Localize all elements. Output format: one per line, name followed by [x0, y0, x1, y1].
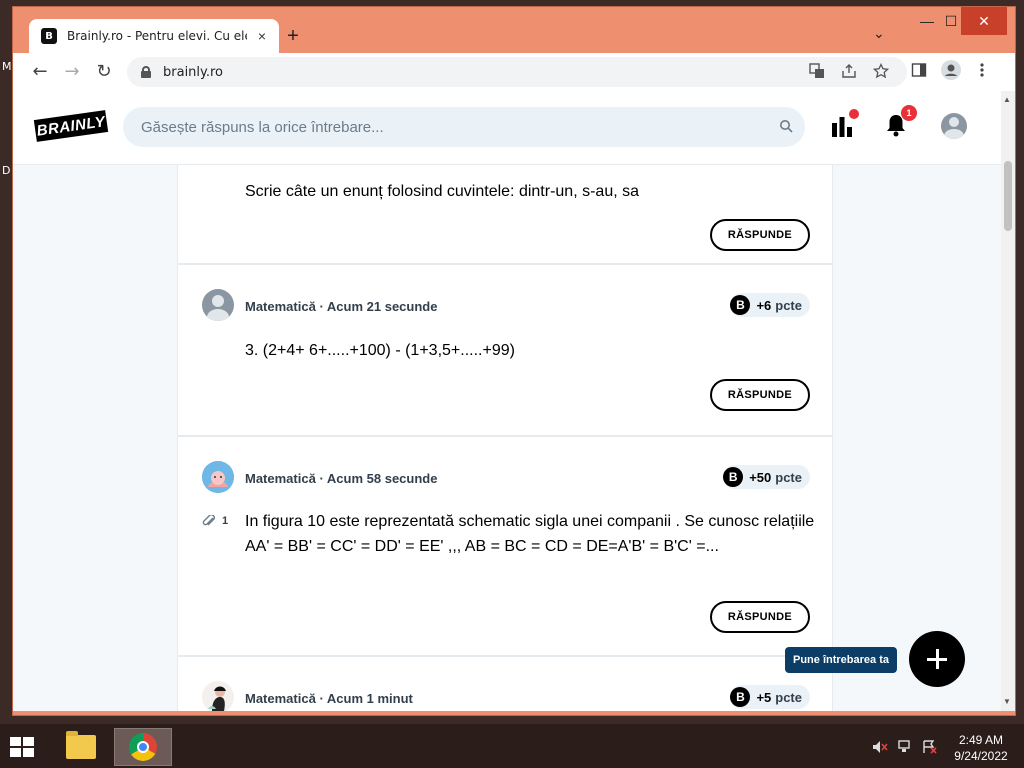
brainly-points-icon: B: [730, 687, 751, 707]
taskbar: 2:49 AM 9/24/2022: [0, 724, 1024, 768]
chrome-icon: [129, 733, 157, 761]
network-icon[interactable]: [898, 740, 914, 757]
windows-start-icon[interactable]: [8, 736, 36, 758]
brainly-points-icon: B: [723, 467, 744, 487]
points-badge: B +5 pcte: [730, 685, 810, 709]
scroll-down-icon[interactable]: ▼: [1003, 697, 1011, 706]
question-card: Matematică · Acum 58 secunde B +50 pcte …: [178, 437, 832, 657]
question-meta: Matematică · Acum 1 minut: [245, 691, 413, 706]
desktop-icon-label: D: [2, 164, 11, 177]
tab-search-icon[interactable]: ⌄: [873, 25, 885, 42]
desktop-icon-label: M: [2, 60, 12, 73]
title-bar: B Brainly.ro - Pentru elevi. Cu elevi. ×…: [13, 7, 1015, 53]
chrome-taskbar-item[interactable]: [114, 728, 172, 766]
leaderboard-dot: [849, 109, 859, 119]
forward-icon[interactable]: →: [61, 61, 83, 83]
browser-tab[interactable]: B Brainly.ro - Pentru elevi. Cu elevi. ×: [29, 19, 279, 53]
file-explorer-taskbar-item[interactable]: [52, 728, 110, 766]
brainly-favicon-icon: B: [41, 28, 57, 44]
tab-title: Brainly.ro - Pentru elevi. Cu elevi.: [67, 29, 247, 43]
browser-window: B Brainly.ro - Pentru elevi. Cu elevi. ×…: [12, 6, 1016, 716]
back-icon[interactable]: ←: [29, 61, 51, 83]
scroll-up-icon[interactable]: ▲: [1003, 95, 1011, 104]
question-text[interactable]: 3. (2+4+ 6+.....+100) - (1+3,5+.....+99): [245, 338, 815, 363]
sidebar-icon[interactable]: [911, 62, 927, 82]
subject-label[interactable]: Matematică: [245, 299, 316, 314]
ask-question-tooltip[interactable]: Pune întrebarea ta: [785, 647, 897, 673]
leaderboard-icon[interactable]: [831, 109, 859, 142]
browser-toolbar: ← → ↻ brainly.ro: [13, 53, 1015, 91]
time-label: Acum 21 secunde: [326, 299, 438, 314]
user-avatar[interactable]: [941, 113, 967, 139]
url-text: brainly.ro: [163, 64, 224, 80]
share-icon[interactable]: [841, 63, 857, 82]
reply-button[interactable]: RĂSPUNDE: [710, 219, 810, 251]
menu-icon[interactable]: [979, 62, 985, 82]
address-bar[interactable]: brainly.ro: [127, 57, 907, 87]
clock-date: 9/24/2022: [954, 749, 1008, 763]
points-unit: pcte: [775, 469, 802, 485]
scroll-thumb[interactable]: [1004, 161, 1012, 231]
question-text[interactable]: In figura 10 este reprezentată schematic…: [245, 509, 815, 559]
close-window-button[interactable]: ✕: [961, 7, 1007, 35]
avatar[interactable]: [202, 681, 234, 711]
scrollbar[interactable]: ▲ ▼: [1001, 91, 1015, 711]
subject-label[interactable]: Matematică: [245, 691, 316, 706]
attachment-count: 1: [202, 515, 228, 527]
attachment-number: 1: [222, 515, 229, 527]
search-icon[interactable]: [779, 119, 793, 133]
time-label: Acum 58 secunde: [326, 471, 438, 486]
subject-label[interactable]: Matematică: [245, 471, 316, 486]
question-card: Scrie câte un enunț folosind cuvintele: …: [178, 165, 832, 265]
clock-time: 2:49 AM: [958, 733, 1004, 747]
points-unit: pcte: [775, 297, 802, 313]
notification-badge: 1: [901, 105, 917, 121]
ask-question-button[interactable]: [909, 631, 965, 687]
search-input[interactable]: Găsește răspuns la orice întrebare...: [123, 107, 805, 147]
time-label: Acum 1 minut: [326, 691, 413, 706]
points-unit: pcte: [775, 689, 802, 705]
brainly-logo[interactable]: BRAINLY: [33, 110, 109, 142]
meta-separator: ·: [319, 471, 324, 486]
volume-muted-icon[interactable]: [872, 740, 888, 757]
points-value: +5: [756, 689, 772, 705]
translate-icon[interactable]: [809, 63, 825, 82]
site-header: BRAINLY Găsește răspuns la orice întreba…: [13, 91, 1001, 165]
question-card: Matematică · Acum 1 minut B +5 pcte: [178, 657, 832, 711]
lock-icon[interactable]: [141, 66, 151, 78]
question-card: Matematică · Acum 21 secunde B +6 pcte 3…: [178, 265, 832, 437]
reload-icon[interactable]: ↻: [93, 61, 115, 83]
meta-separator: ·: [319, 299, 324, 314]
points-value: +50: [749, 469, 772, 485]
system-clock[interactable]: 2:49 AM 9/24/2022: [946, 732, 1016, 764]
reply-button[interactable]: RĂSPUNDE: [710, 379, 810, 411]
points-badge: B +6 pcte: [730, 293, 810, 317]
search-placeholder: Găsește răspuns la orice întrebare...: [141, 118, 384, 136]
points-badge: B +50 pcte: [723, 465, 810, 489]
new-tab-icon[interactable]: +: [281, 25, 305, 48]
paperclip-icon: [202, 515, 215, 526]
points-value: +6: [756, 297, 772, 313]
avatar[interactable]: [202, 289, 234, 321]
avatar[interactable]: [202, 461, 234, 493]
question-text[interactable]: Scrie câte un enunț folosind cuvintele: …: [245, 179, 815, 204]
action-center-icon[interactable]: [922, 740, 938, 757]
meta-separator: ·: [319, 691, 324, 706]
web-page: BRAINLY Găsește răspuns la orice întreba…: [13, 91, 1001, 711]
question-meta: Matematică · Acum 21 secunde: [245, 299, 437, 314]
close-icon[interactable]: ×: [253, 28, 271, 44]
profile-icon[interactable]: [941, 60, 961, 84]
folder-icon: [66, 731, 96, 759]
star-icon[interactable]: [872, 62, 890, 82]
question-meta: Matematică · Acum 58 secunde: [245, 471, 437, 486]
question-feed: Scrie câte un enunț folosind cuvintele: …: [177, 165, 833, 711]
bell-icon[interactable]: 1: [885, 105, 917, 142]
reply-button[interactable]: RĂSPUNDE: [710, 601, 810, 633]
brainly-points-icon: B: [730, 295, 751, 315]
